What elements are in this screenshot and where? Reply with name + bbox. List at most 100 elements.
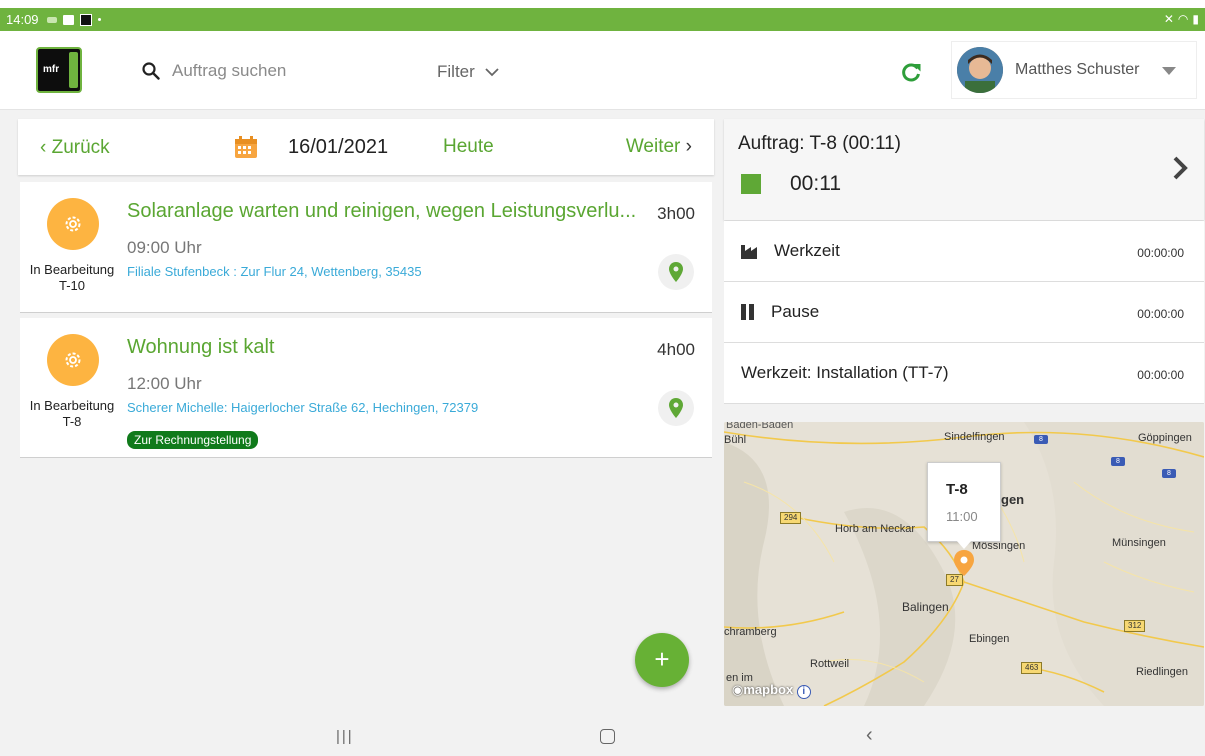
- location-button[interactable]: [658, 254, 694, 290]
- logo-strip: [69, 52, 78, 88]
- wifi-icon: ◠: [1177, 12, 1189, 26]
- gear-icon: [65, 216, 81, 232]
- map-popup[interactable]: T-8 11:00: [927, 462, 1001, 549]
- map-label: Riedlingen: [1136, 666, 1188, 678]
- status-right-icons: ✕ ◠ ▮: [1164, 12, 1199, 26]
- status-icons: [46, 13, 101, 26]
- popup-tip: [956, 540, 972, 549]
- time-row-value: 00:00:00: [1137, 307, 1184, 321]
- back-button[interactable]: ‹ Zurück: [40, 137, 110, 159]
- time-row-value: 00:00:00: [1137, 368, 1184, 382]
- chevron-right-icon[interactable]: [1172, 155, 1188, 186]
- time-row-installation[interactable]: Werkzeit: Installation (TT-7) 00:00:00: [724, 343, 1204, 404]
- order-id: T-8: [62, 414, 82, 429]
- map-view[interactable]: Baden-Baden Bühl Sindelfingen Göppingen …: [724, 422, 1204, 706]
- status-text: In Bearbeitung: [29, 398, 115, 413]
- back-nav-icon[interactable]: ‹: [866, 724, 873, 747]
- search-input[interactable]: [172, 61, 392, 81]
- time-row-label: Werkzeit: [774, 241, 840, 260]
- back-label: Zurück: [51, 137, 110, 158]
- map-label: Münsingen: [1112, 537, 1166, 549]
- time-row-label: Werkzeit: Installation (TT-7): [741, 363, 949, 382]
- map-label: Rottweil: [810, 658, 850, 670]
- recent-apps-icon[interactable]: |||: [336, 728, 354, 745]
- stop-icon[interactable]: [741, 174, 761, 194]
- info-icon[interactable]: i: [796, 685, 811, 699]
- road-shield: 294: [780, 512, 802, 524]
- filter-dropdown[interactable]: Filter: [437, 62, 499, 82]
- invoice-tag: Zur Rechnungstellung: [127, 431, 259, 449]
- system-nav-bar: ||| ‹: [0, 716, 1205, 756]
- order-card-t8[interactable]: In Bearbeitung T-8 Wohnung ist kalt 4h00…: [20, 318, 712, 458]
- selected-date[interactable]: 16/01/2021: [288, 136, 388, 159]
- user-menu[interactable]: Matthes Schuster: [951, 41, 1197, 99]
- status-badge: [47, 334, 99, 386]
- order-card-t10[interactable]: In Bearbeitung T-10 Solaranlage warten u…: [20, 182, 712, 313]
- dot-icon: [97, 18, 101, 21]
- pause-icon: [741, 304, 754, 320]
- factory-icon: [741, 245, 757, 259]
- app-header: mfr Filter Matthes Schuster: [0, 31, 1205, 110]
- app-icon: [79, 13, 92, 26]
- order-title: Wohnung ist kalt: [127, 336, 275, 358]
- order-address[interactable]: Filiale Stufenbeck : Zur Flur 24, Wetten…: [127, 264, 422, 279]
- user-name: Matthes Schuster: [1015, 61, 1140, 78]
- current-order-panel[interactable]: Auftrag: T-8 (00:11) 00:11: [724, 119, 1204, 220]
- order-duration: 3h00: [657, 204, 695, 223]
- highway-shield: 8: [1111, 457, 1125, 466]
- time-row-label: Pause: [771, 302, 820, 321]
- add-order-button[interactable]: +: [635, 633, 689, 687]
- map-pin-icon: [669, 398, 683, 418]
- avatar: [957, 47, 1003, 93]
- status-text: In Bearbeitung: [29, 262, 115, 277]
- map-label: Göppingen: [1138, 432, 1192, 444]
- order-status: In Bearbeitung T-8: [8, 398, 136, 430]
- order-status: In Bearbeitung T-10: [8, 262, 136, 294]
- road-shield: 463: [1021, 662, 1043, 674]
- location-button[interactable]: [658, 390, 694, 426]
- order-address[interactable]: Scherer Michelle: Haigerlocher Straße 62…: [127, 400, 478, 415]
- chevron-left-icon: ‹: [40, 137, 52, 158]
- home-icon[interactable]: [600, 729, 615, 744]
- order-id: T-10: [58, 278, 85, 293]
- gear-icon: [65, 352, 81, 368]
- map-label: Balingen: [902, 600, 949, 614]
- order-title: Solaranlage warten und reinigen, wegen L…: [127, 200, 637, 222]
- map-marker-icon[interactable]: [954, 550, 974, 576]
- refresh-button[interactable]: [900, 61, 922, 88]
- map-label: gen: [1001, 492, 1025, 507]
- time-row-werkzeit[interactable]: Werkzeit 00:00:00: [724, 221, 1204, 282]
- map-label: Horb am Neckar: [835, 523, 916, 535]
- search-bar: [142, 61, 392, 81]
- order-time: 12:00 Uhr: [127, 374, 202, 393]
- today-button[interactable]: Heute: [443, 136, 494, 158]
- search-icon: [142, 62, 160, 80]
- calendar-button[interactable]: [234, 135, 258, 164]
- next-label: Weiter: [625, 136, 681, 157]
- map-pin-icon: [669, 262, 683, 282]
- time-row-value: 00:00:00: [1137, 246, 1184, 260]
- road-shield: 312: [1124, 620, 1146, 632]
- highway-shield: 8: [1162, 469, 1176, 478]
- notification-icon: [46, 16, 57, 23]
- time-row-pause[interactable]: Pause 00:00:00: [724, 282, 1204, 343]
- mapbox-logo-icon: ◉: [732, 682, 744, 697]
- status-bar: 14:09 ✕ ◠ ▮: [0, 8, 1205, 31]
- map-label: Ebingen: [969, 633, 1010, 645]
- order-time: 09:00 Uhr: [127, 238, 202, 257]
- mapbox-text: mapbox: [743, 682, 794, 697]
- mfr-logo[interactable]: mfr: [36, 47, 82, 93]
- map-label: chramberg: [724, 626, 777, 638]
- map-label: Bühl: [724, 434, 747, 446]
- popup-time: 11:00: [946, 509, 978, 524]
- top-edge: [0, 0, 1205, 8]
- next-button[interactable]: Weiter ›: [626, 136, 692, 158]
- mapbox-attribution[interactable]: ◉mapbox i: [732, 682, 811, 699]
- chevron-right-icon: ›: [680, 136, 692, 157]
- popup-title: T-8: [946, 481, 968, 498]
- mute-icon: ✕: [1163, 12, 1174, 26]
- current-order-timer: 00:11: [790, 172, 841, 195]
- status-badge: [47, 198, 99, 250]
- current-order-title: Auftrag: T-8 (00:11): [738, 133, 901, 154]
- order-duration: 4h00: [657, 340, 695, 359]
